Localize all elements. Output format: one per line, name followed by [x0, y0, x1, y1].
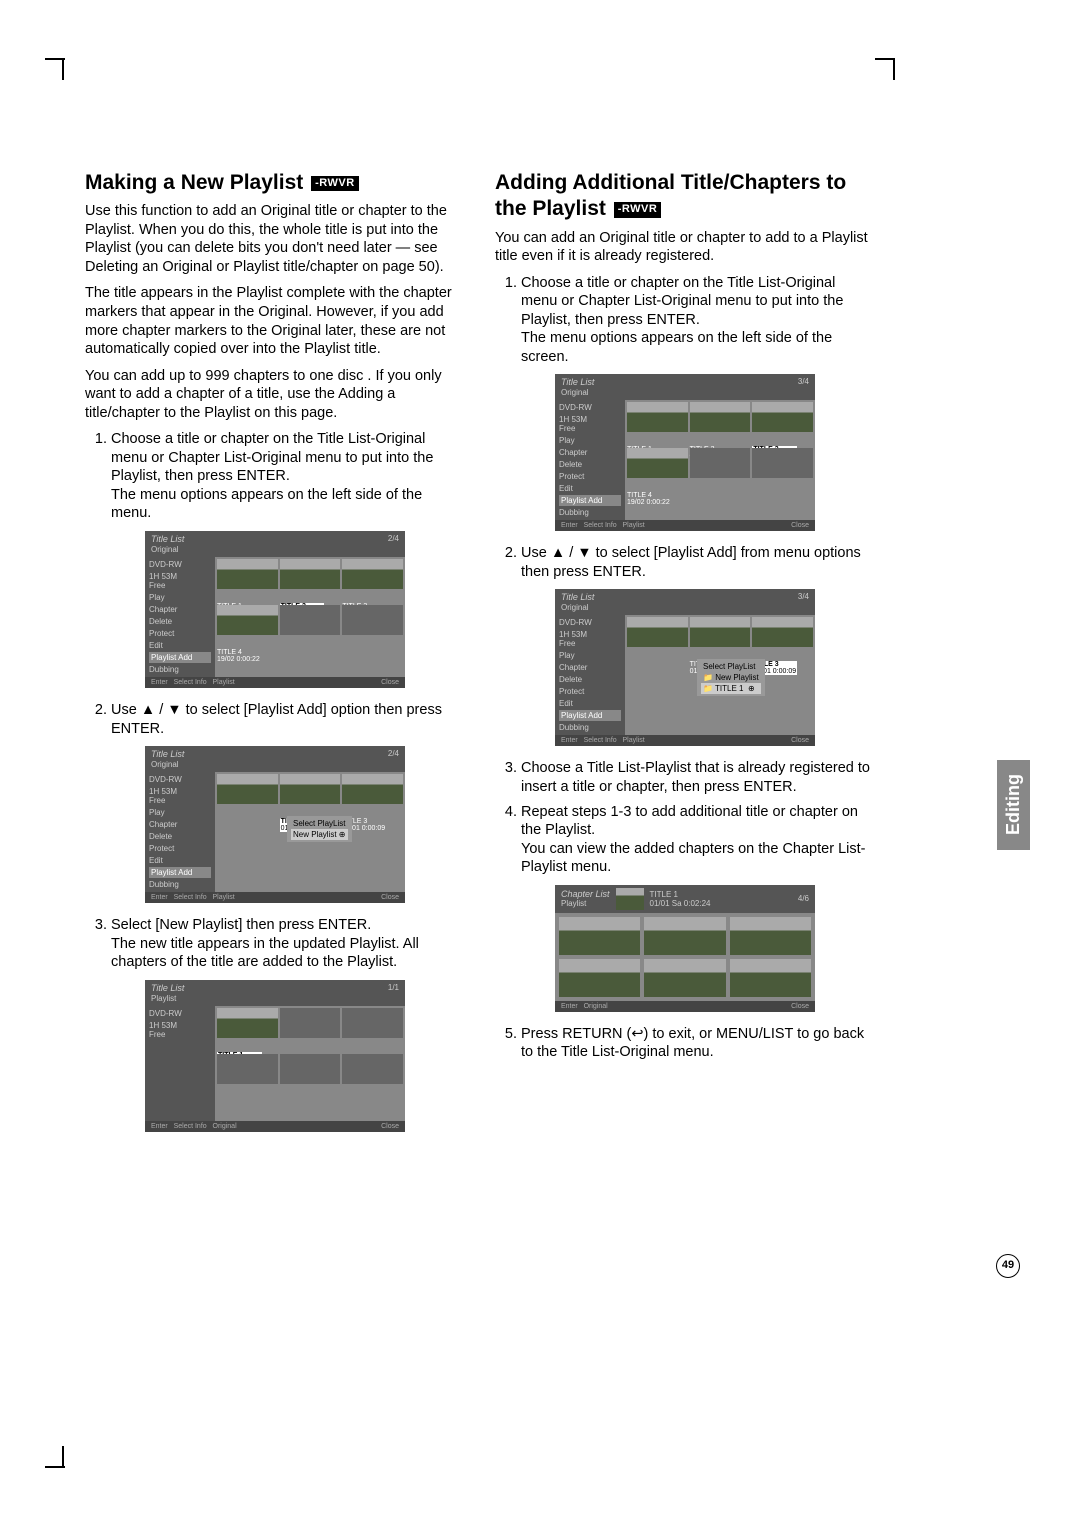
left-heading: Making a New Playlist -RWVR: [85, 170, 465, 196]
right-step-5: Press RETURN (↩) to exit, or MENU/LIST t…: [521, 1025, 875, 1062]
left-para-2: The title appears in the Playlist comple…: [85, 284, 465, 358]
right-para-1: You can add an Original title or chapter…: [495, 229, 875, 266]
left-step-1: Choose a title or chapter on the Title L…: [111, 430, 465, 523]
right-heading-text: Adding Additional Title/Chapters to the …: [495, 171, 846, 220]
right-step-1: Choose a title or chapter on the Title L…: [521, 274, 875, 367]
screenshot-title-list-r2: 3/4 Title ListOriginal DVD-RW 1H 53MFree…: [555, 589, 815, 746]
screenshot-title-list-r1: 3/4 Title ListOriginal DVD-RW 1H 53MFree…: [555, 374, 815, 531]
screenshot-chapter-list: Chapter List Playlist TITLE 1 01/01 Sa 0…: [555, 885, 815, 1012]
right-step-2: Use ▲ / ▼ to select [Playlist Add] from …: [521, 544, 875, 581]
left-heading-text: Making a New Playlist: [85, 171, 303, 194]
rw-badge-icon: -RWVR: [614, 202, 662, 218]
left-para-1: Use this function to add an Original tit…: [85, 202, 465, 276]
left-column: Making a New Playlist -RWVR Use this fun…: [85, 170, 465, 1145]
right-column: Adding Additional Title/Chapters to the …: [495, 170, 875, 1145]
page-columns: Making a New Playlist -RWVR Use this fun…: [85, 60, 1005, 1145]
screenshot-title-list-1: 2/4 Title ListOriginal DVD-RW 1H 53MFree…: [145, 531, 405, 688]
screenshot-title-list-2: 2/4 Title ListOriginal DVD-RW 1H 53MFree…: [145, 746, 405, 903]
rw-badge-icon: -RWVR: [311, 176, 359, 192]
right-step-4: Repeat steps 1-3 to add additional title…: [521, 803, 875, 877]
left-para-3: You can add up to 999 chapters to one di…: [85, 367, 465, 423]
left-step-2: Use ▲ / ▼ to select [Playlist Add] optio…: [111, 701, 465, 738]
return-icon: ↩: [631, 1026, 643, 1042]
left-step-3: Select [New Playlist] then press ENTER. …: [111, 916, 465, 972]
right-step-3: Choose a Title List-Playlist that is alr…: [521, 759, 875, 796]
right-heading: Adding Additional Title/Chapters to the …: [495, 170, 875, 223]
page-number: 49: [996, 1254, 1020, 1278]
section-tab-editing: Editing: [997, 760, 1030, 850]
screenshot-title-list-3: 1/1 Title ListPlaylist DVD-RW 1H 53MFree…: [145, 980, 405, 1132]
